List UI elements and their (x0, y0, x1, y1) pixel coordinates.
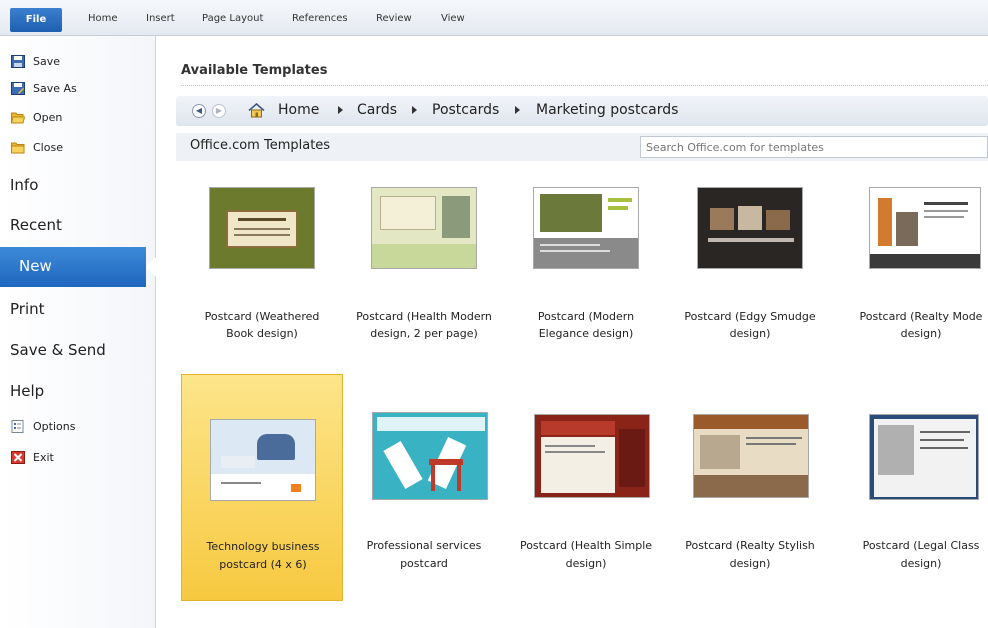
template-tile[interactable]: Postcard (Health Simple design) (505, 374, 667, 601)
backstage-window: { "ribbon": { "tabs": ["File", "Home", "… (0, 0, 988, 628)
template-thumbnail (209, 187, 315, 269)
save-label: Save (33, 54, 61, 68)
template-label: Professional services (366, 539, 482, 552)
back-arrow-icon[interactable]: ◀ (192, 104, 206, 118)
template-tile[interactable]: Postcard (Edgy Smudge design) (669, 187, 831, 387)
template-label: design) (900, 327, 942, 340)
breadcrumb-marketing-postcards[interactable]: Marketing postcards (536, 102, 678, 118)
template-thumbnail (869, 414, 979, 500)
template-thumbnail (372, 412, 488, 500)
breadcrumb-home[interactable]: Home (278, 102, 319, 118)
tab-view[interactable]: View (441, 9, 465, 29)
template-label: design) (729, 327, 771, 340)
template-thumbnail (697, 187, 803, 269)
options-icon (11, 419, 24, 433)
template-thumbnail (371, 187, 477, 269)
template-label: Postcard (Legal Class (862, 539, 980, 552)
folder-open-icon (11, 112, 25, 123)
print-item[interactable]: Print (10, 300, 45, 318)
template-label: Technology business (206, 540, 320, 553)
exit-label: Exit (33, 450, 54, 464)
breadcrumb-cards[interactable]: Cards (357, 102, 397, 118)
template-tile[interactable]: Postcard (Modern Elegance design) (505, 187, 667, 387)
tab-home[interactable]: Home (88, 9, 118, 29)
save-send-item[interactable]: Save & Send (10, 341, 106, 359)
template-label: Postcard (Weathered (204, 310, 320, 323)
template-tile[interactable]: Postcard (Realty Stylish design) (669, 374, 831, 601)
options-button[interactable]: Options (11, 416, 75, 436)
breadcrumb-postcards[interactable]: Postcards (432, 102, 499, 118)
new-label: New (19, 257, 52, 275)
breadcrumb-separator-icon (338, 106, 343, 114)
tab-page-layout[interactable]: Page Layout (202, 9, 263, 29)
template-thumbnail (533, 187, 639, 269)
template-label: Book design) (226, 327, 298, 340)
help-item[interactable]: Help (10, 382, 44, 400)
template-label: postcard (400, 557, 448, 570)
template-thumbnail (210, 419, 316, 501)
template-tile-selected[interactable]: Technology business postcard (4 x 6) (181, 374, 343, 601)
template-label: design) (729, 557, 771, 570)
breadcrumb-separator-icon (412, 106, 417, 114)
template-label: Postcard (Realty Mode (859, 310, 983, 323)
recent-item[interactable]: Recent (10, 216, 62, 234)
new-item[interactable]: New (0, 247, 156, 287)
folder-close-icon (11, 142, 25, 153)
template-label: design, 2 per page) (370, 327, 478, 340)
open-label: Open (33, 110, 63, 124)
tab-insert[interactable]: Insert (146, 9, 175, 29)
tab-file[interactable]: File (10, 8, 62, 32)
home-icon[interactable] (248, 103, 265, 118)
breadcrumb-separator-icon (515, 106, 520, 114)
template-tile[interactable]: Postcard (Health Modern design, 2 per pa… (343, 187, 505, 387)
template-thumbnail (869, 187, 981, 269)
exit-button[interactable]: Exit (11, 447, 54, 467)
save-as-label: Save As (33, 81, 77, 95)
template-label: Elegance design) (538, 327, 634, 340)
template-tile[interactable]: Postcard (Realty Mode design) (826, 187, 988, 387)
page-title: Available Templates (181, 63, 328, 78)
template-label: Postcard (Health Modern (356, 310, 492, 323)
template-tile[interactable]: Professional services postcard (343, 374, 505, 601)
template-label: postcard (4 x 6) (219, 558, 307, 571)
template-tile[interactable]: Postcard (Weathered Book design) (181, 187, 343, 387)
template-thumbnail (534, 414, 650, 498)
save-as-button[interactable]: Save As (11, 78, 77, 98)
section-header: Office.com Templates (176, 133, 988, 161)
template-thumbnail (693, 414, 809, 498)
template-label: Postcard (Edgy Smudge (684, 310, 816, 323)
save-as-icon (11, 81, 25, 95)
backstage-sidebar: Save Save As Open Close Info Recent New … (0, 36, 156, 628)
template-label: design) (900, 557, 942, 570)
exit-icon (11, 450, 25, 464)
close-button[interactable]: Close (11, 137, 63, 157)
template-label: Postcard (Health Simple (519, 539, 653, 552)
save-button[interactable]: Save (11, 51, 60, 71)
template-label: Postcard (Realty Stylish (685, 539, 815, 552)
options-label: Options (33, 419, 76, 433)
tab-references[interactable]: References (292, 9, 348, 29)
template-tile[interactable]: Postcard (Legal Class design) (826, 374, 988, 601)
tab-review[interactable]: Review (376, 9, 412, 29)
template-label: design) (565, 557, 607, 570)
search-input[interactable] (640, 136, 988, 158)
title-divider (181, 85, 988, 86)
template-label: Postcard (Modern (537, 310, 635, 323)
section-title: Office.com Templates (190, 138, 331, 153)
save-icon (11, 54, 25, 68)
ribbon-tab-strip: File Home Insert Page Layout References … (0, 0, 988, 36)
info-item[interactable]: Info (10, 176, 38, 194)
breadcrumb: ◀ ▶ Home Cards Postcards Marketing postc… (176, 96, 988, 126)
open-button[interactable]: Open (11, 107, 62, 127)
forward-arrow-icon[interactable]: ▶ (212, 104, 226, 118)
close-label: Close (33, 140, 63, 154)
